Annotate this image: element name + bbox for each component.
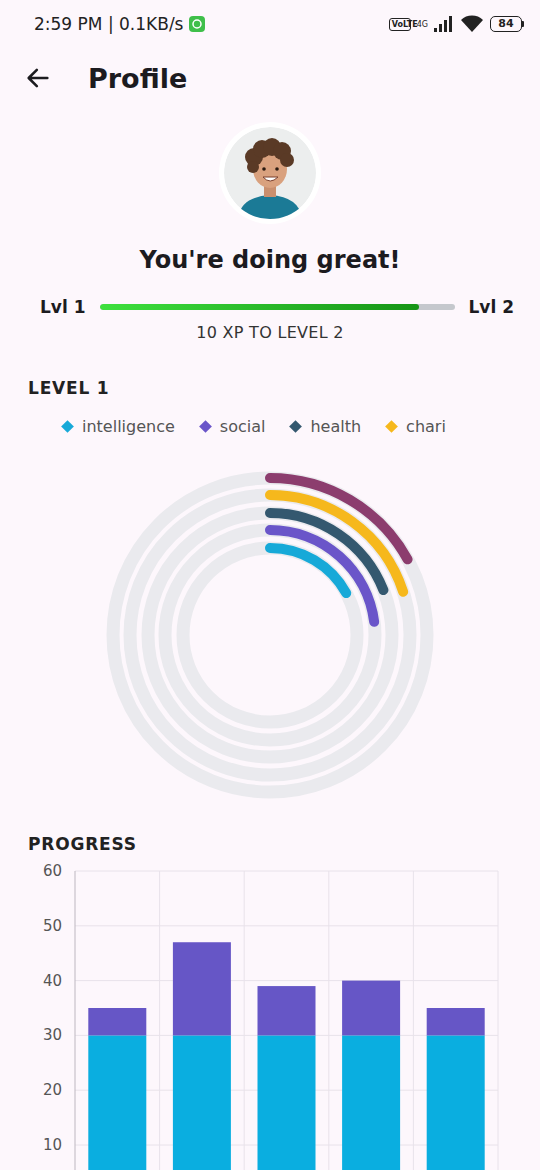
wifi-icon — [460, 15, 484, 33]
xp-progress-track — [100, 304, 455, 310]
status-time: 2:59 PM | 0.1KB/s — [34, 14, 183, 34]
legend-label: social — [220, 417, 266, 436]
current-level: Lvl 1 — [40, 297, 86, 317]
avatar-section — [0, 122, 540, 224]
progress-title: PROGRESS — [0, 832, 540, 856]
ring-track — [113, 478, 427, 792]
legend-item[interactable]: social — [201, 417, 266, 436]
next-level: Lvl 2 — [469, 297, 515, 317]
status-right: VoLTE 4G 84 — [389, 15, 524, 33]
legend-label: chari — [406, 417, 446, 436]
bar-segment[interactable] — [427, 1008, 485, 1035]
ring-track — [165, 530, 375, 740]
legend-label: health — [310, 417, 361, 436]
bar-segment[interactable] — [258, 986, 316, 1035]
y-axis-tick: 30 — [43, 1026, 62, 1044]
legend-marker — [61, 420, 74, 433]
y-axis-tick: 50 — [43, 917, 62, 935]
signal-icon — [434, 16, 454, 32]
bar-segment[interactable] — [88, 1008, 146, 1035]
y-axis-tick: 60 — [43, 862, 62, 880]
battery-level: 84 — [490, 16, 522, 32]
battery-cap — [522, 21, 524, 27]
page-title: Profile — [88, 63, 187, 94]
bar-segment[interactable] — [427, 1035, 485, 1170]
bar-segment[interactable] — [258, 1035, 316, 1170]
y-axis-tick: 40 — [43, 972, 62, 990]
app-notification-icon — [189, 16, 205, 32]
network: 4G — [417, 20, 428, 29]
radial-chart — [0, 468, 540, 808]
battery-icon: 84 — [490, 16, 524, 32]
legend-item[interactable]: health — [291, 417, 361, 436]
ring-arc[interactable] — [270, 513, 383, 590]
bar-segment[interactable] — [173, 1035, 231, 1170]
legend-label: intelligence — [82, 417, 175, 436]
level-title: LEVEL 1 — [0, 376, 540, 400]
bar-segment[interactable] — [88, 1035, 146, 1170]
status-left: 2:59 PM | 0.1KB/s — [34, 14, 205, 34]
ring-arc[interactable] — [270, 478, 408, 559]
network-type: 4G — [417, 20, 428, 29]
legend-marker — [385, 420, 398, 433]
app-bar: Profile — [0, 48, 540, 108]
xp-remaining: 10 XP TO LEVEL 2 — [0, 323, 540, 343]
ring-track — [148, 513, 392, 757]
level-progress-row: Lvl 1 Lvl 2 — [0, 295, 540, 319]
legend-marker — [199, 420, 212, 433]
chart-legend: intelligence social health chari — [0, 415, 540, 437]
ring-track — [183, 548, 357, 722]
status-bar: 2:59 PM | 0.1KB/s VoLTE 4G 84 — [0, 0, 540, 48]
y-axis-tick: 20 — [43, 1081, 62, 1099]
avatar-icon — [224, 127, 316, 219]
progress-bar-chart: 60 50 40 30 20 10 — [0, 861, 540, 1170]
back-arrow-icon[interactable] — [24, 64, 52, 92]
volte-badge: VoLTE — [389, 18, 411, 31]
ring-arc[interactable] — [270, 495, 403, 592]
bar-segment[interactable] — [173, 942, 231, 1035]
bar-segment[interactable] — [342, 1035, 400, 1170]
y-axis-tick: 10 — [43, 1136, 62, 1154]
legend-item[interactable]: intelligence — [63, 417, 175, 436]
ring-track — [130, 495, 410, 775]
xp-progress-fill — [100, 304, 420, 310]
encouragement-message: You're doing great! — [0, 244, 540, 276]
avatar[interactable] — [219, 122, 321, 224]
bar-segment[interactable] — [342, 981, 400, 1036]
legend-marker — [290, 420, 303, 433]
legend-item[interactable]: chari — [387, 417, 446, 436]
